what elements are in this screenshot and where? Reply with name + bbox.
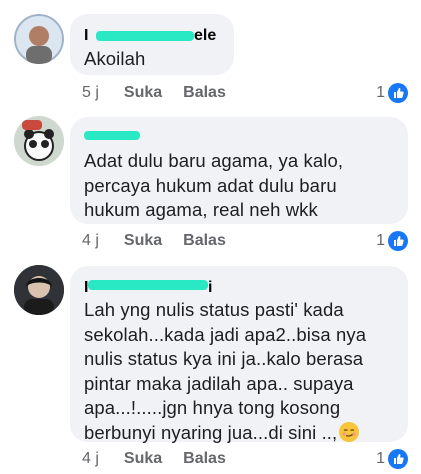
avatar[interactable]: [14, 14, 64, 64]
avatar[interactable]: [14, 265, 64, 315]
comment-bubble: I ele Akoilah: [70, 14, 234, 75]
comment-text: Adat dulu baru agama, ya kalo, percaya h…: [84, 150, 344, 220]
author-name[interactable]: I i: [84, 278, 394, 296]
like-button[interactable]: Suka: [124, 84, 162, 101]
comment-bubble: I i Lah yng nulis status pasti' kada sek…: [70, 266, 408, 445]
like-button[interactable]: Suka: [124, 232, 162, 249]
redaction-mark: [88, 280, 208, 290]
comment-text-body: Lah yng nulis status pasti' kada sekolah…: [84, 299, 367, 443]
timestamp[interactable]: 4 j: [82, 450, 99, 467]
reply-button[interactable]: Balas: [183, 84, 226, 101]
redaction-mark: [96, 31, 194, 41]
author-name[interactable]: I ele: [84, 26, 220, 46]
avatar-photo: [14, 14, 64, 64]
thumbs-up-icon: [388, 231, 408, 251]
like-count-value: 1: [376, 232, 385, 249]
like-count-value: 1: [376, 84, 385, 101]
comment-text: Lah yng nulis status pasti' kada sekolah…: [84, 298, 394, 445]
avatar[interactable]: [14, 116, 64, 166]
thumbs-up-icon: [388, 83, 408, 103]
redaction-mark: [84, 131, 140, 140]
author-name-visible: ele: [194, 27, 217, 44]
comment-bubble: Adat dulu baru agama, ya kalo, percaya h…: [70, 117, 408, 224]
timestamp[interactable]: 5 j: [82, 84, 99, 101]
like-count-value: 1: [376, 450, 385, 467]
comment-actions: 4 j Suka Balas: [82, 450, 247, 468]
like-count[interactable]: 1: [376, 449, 408, 469]
like-button[interactable]: Suka: [124, 450, 162, 467]
author-name[interactable]: [84, 129, 394, 145]
like-count[interactable]: 1: [376, 231, 408, 251]
thumbs-up-icon: [388, 449, 408, 469]
smirking-face-emoji-icon: [339, 421, 360, 442]
comment-actions: 5 j Suka Balas: [82, 84, 247, 102]
reply-button[interactable]: Balas: [183, 450, 226, 467]
reply-button[interactable]: Balas: [183, 232, 226, 249]
timestamp[interactable]: 4 j: [82, 232, 99, 249]
author-name-visible: i: [208, 279, 213, 296]
comment-actions: 4 j Suka Balas: [82, 232, 247, 250]
avatar-photo: [14, 116, 64, 166]
avatar-photo: [14, 265, 64, 315]
like-count[interactable]: 1: [376, 83, 408, 103]
comment-text: Akoilah: [84, 48, 146, 69]
